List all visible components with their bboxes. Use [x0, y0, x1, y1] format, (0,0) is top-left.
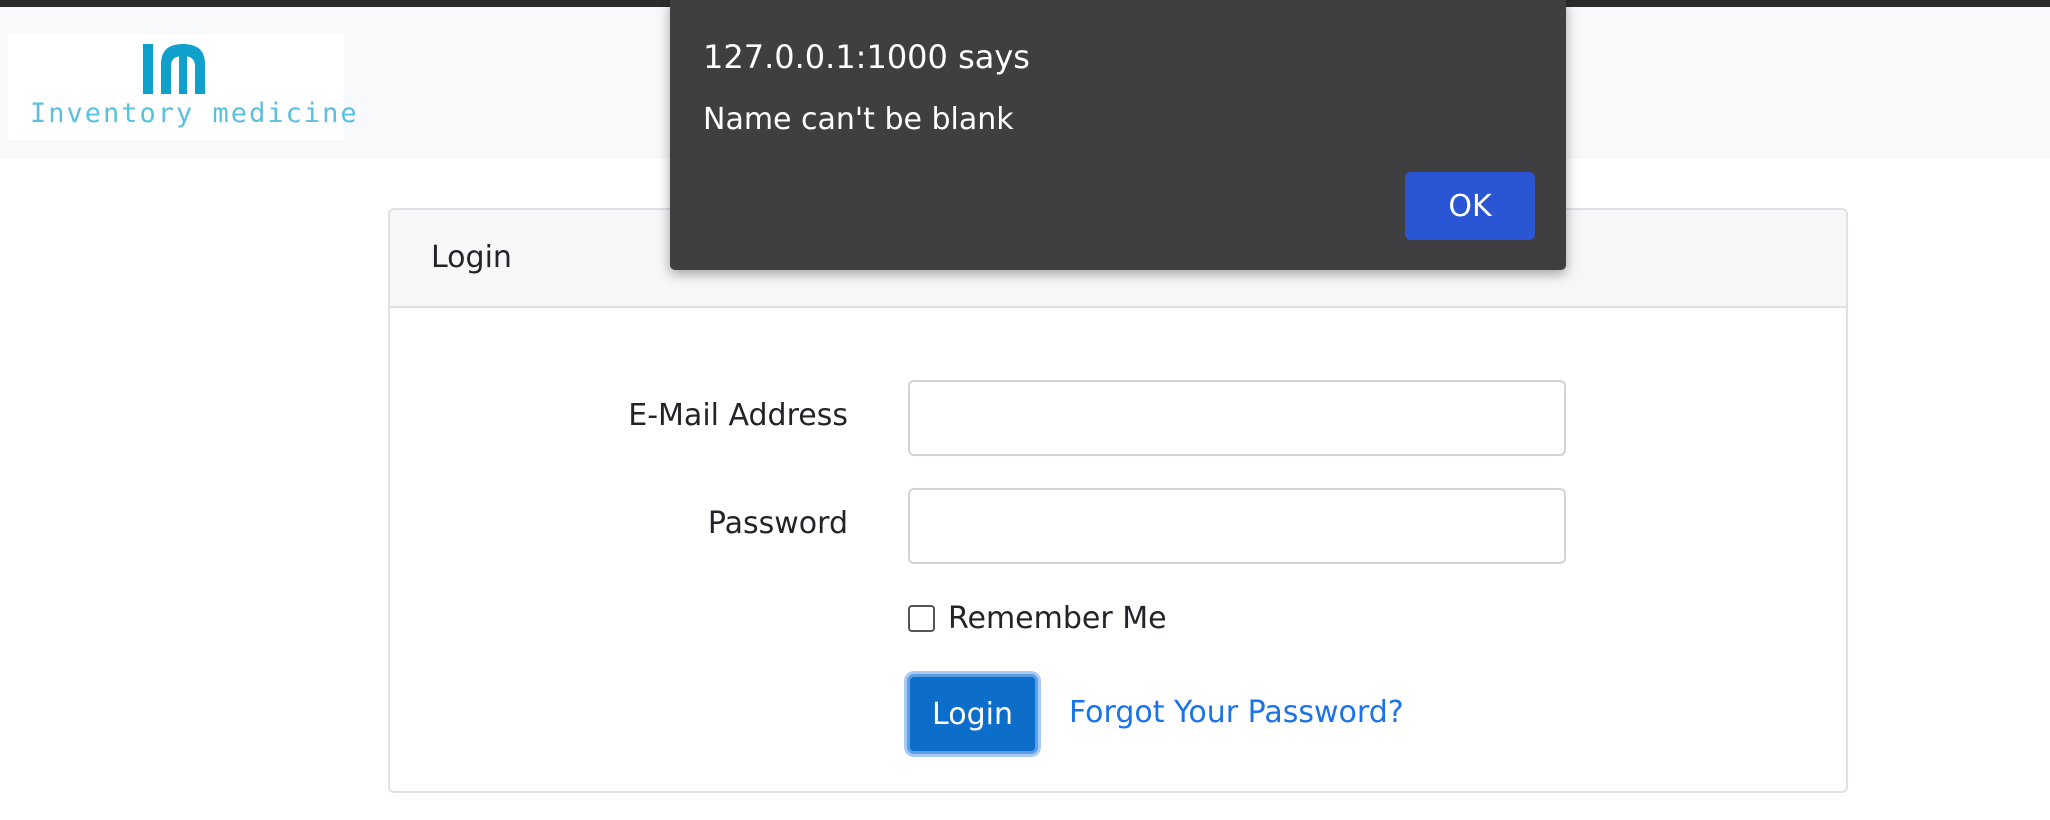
ok-button[interactable]: OK [1405, 172, 1535, 240]
remember-me-label[interactable]: Remember Me [948, 601, 1167, 636]
dialog-message: Name can't be blank [703, 102, 1014, 137]
logo-text: Inventory medicine [30, 98, 359, 129]
email-label: E-Mail Address [628, 398, 848, 433]
card-title: Login [431, 240, 512, 275]
dialog-title: 127.0.0.1:1000 says [703, 38, 1030, 76]
forgot-password-link[interactable]: Forgot Your Password? [1069, 695, 1404, 730]
alert-dialog: 127.0.0.1:1000 says Name can't be blank … [670, 0, 1566, 270]
password-label: Password [707, 506, 848, 541]
password-field[interactable] [908, 488, 1566, 564]
remember-me-checkbox[interactable] [908, 605, 935, 632]
email-field[interactable] [908, 380, 1566, 456]
logo[interactable]: Inventory medicine [8, 34, 357, 140]
login-button[interactable]: Login [907, 674, 1038, 754]
